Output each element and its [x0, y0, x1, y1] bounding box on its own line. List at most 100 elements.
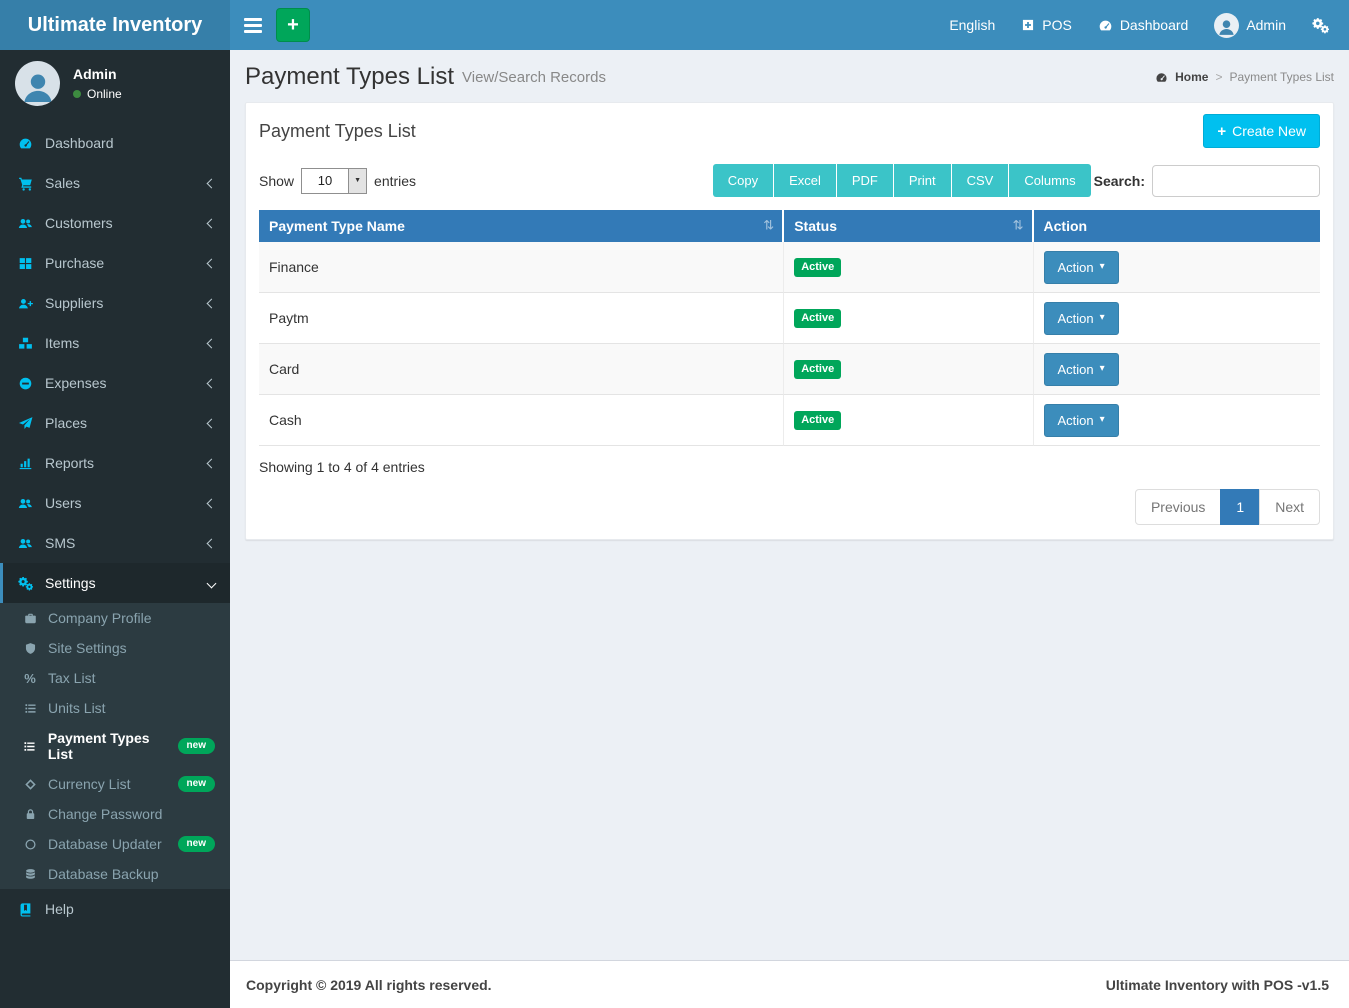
percent-icon: %: [20, 671, 40, 686]
minus-circle-icon: [15, 376, 36, 391]
user-plus-icon: [15, 296, 36, 311]
pagination-page-1[interactable]: 1: [1220, 489, 1260, 525]
brand-logo[interactable]: Ultimate Inventory: [0, 0, 230, 50]
print-button[interactable]: Print: [894, 164, 952, 197]
nav-user-menu[interactable]: Admin: [1214, 13, 1286, 38]
page-length-select[interactable]: 10 ▼: [301, 168, 367, 194]
nav-language[interactable]: English: [949, 17, 995, 33]
breadcrumb-separator: >: [1215, 70, 1222, 84]
top-navbar: Ultimate Inventory + English POS Dashboa…: [0, 0, 1349, 50]
select-arrow-icon: ▼: [348, 169, 366, 193]
nav-dashboard[interactable]: Dashboard: [1098, 17, 1189, 33]
users-icon: [15, 536, 36, 551]
payment-type-name-cell: Card: [259, 344, 784, 395]
user-avatar: [1214, 13, 1239, 38]
copy-button[interactable]: Copy: [713, 164, 774, 197]
users-icon: [15, 496, 36, 511]
pagination-next[interactable]: Next: [1259, 489, 1320, 525]
pagination-previous[interactable]: Previous: [1135, 489, 1221, 525]
submenu-item-payment-types-list[interactable]: Payment Types List new: [0, 723, 230, 769]
sidebar-item-settings[interactable]: Settings: [0, 563, 230, 603]
sidebar-item-help[interactable]: Help: [0, 889, 230, 929]
payment-types-table: Payment Type Name ⇅ Status ⇅ Action Fina…: [259, 210, 1320, 446]
sort-icon: ⇅: [1013, 218, 1024, 234]
submenu-item-units-list[interactable]: Units List: [0, 693, 230, 723]
sidebar-item-expenses[interactable]: Expenses: [0, 363, 230, 403]
action-dropdown-button[interactable]: Action▾: [1044, 302, 1119, 335]
grid-icon: [15, 256, 36, 271]
sidebar-user-panel: Admin Online: [0, 50, 230, 119]
sidebar-item-dashboard[interactable]: Dashboard: [0, 123, 230, 163]
paper-plane-icon: [15, 416, 36, 431]
copyright-text: Copyright © 2019 All rights reserved.: [246, 977, 492, 993]
export-button-group: Copy Excel PDF Print CSV Columns: [713, 164, 1091, 197]
status-badge: Active: [794, 309, 841, 327]
payment-type-name-cell: Cash: [259, 395, 784, 446]
chevron-left-icon: [207, 218, 217, 228]
sidebar-item-places[interactable]: Places: [0, 403, 230, 443]
sidebar-menu: Dashboard Sales Customers Purchase Suppl…: [0, 123, 230, 603]
sidebar-item-suppliers[interactable]: Suppliers: [0, 283, 230, 323]
chevron-left-icon: [207, 338, 217, 348]
table-row: Card Active Action▾: [259, 344, 1320, 395]
breadcrumb-current: Payment Types List: [1230, 70, 1335, 84]
submenu-item-change-password[interactable]: Change Password: [0, 799, 230, 829]
submenu-item-database-backup[interactable]: Database Backup: [0, 859, 230, 889]
status-badge: Active: [794, 360, 841, 378]
chevron-left-icon: [207, 418, 217, 428]
table-info: Showing 1 to 4 of 4 entries: [259, 459, 1320, 475]
column-header-action: Action: [1034, 210, 1320, 242]
sidebar-item-items[interactable]: Items: [0, 323, 230, 363]
pdf-button[interactable]: PDF: [837, 164, 894, 197]
chevron-left-icon: [207, 258, 217, 268]
submenu-item-tax-list[interactable]: % Tax List: [0, 663, 230, 693]
sort-icon: ⇅: [763, 218, 774, 234]
list-icon: [20, 702, 40, 715]
gears-icon: [15, 576, 36, 591]
page-subtitle: View/Search Records: [462, 69, 606, 86]
action-dropdown-button[interactable]: Action▾: [1044, 353, 1119, 386]
page-footer: Copyright © 2019 All rights reserved. Ul…: [230, 960, 1349, 1008]
status-badge: Active: [794, 411, 841, 429]
sidebar-item-purchase[interactable]: Purchase: [0, 243, 230, 283]
excel-button[interactable]: Excel: [774, 164, 837, 197]
chevron-left-icon: [207, 498, 217, 508]
settings-submenu: Company Profile Site Settings % Tax List…: [0, 603, 230, 889]
action-dropdown-button[interactable]: Action▾: [1044, 404, 1119, 437]
nav-settings-gears[interactable]: [1312, 17, 1329, 34]
sidebar-item-reports[interactable]: Reports: [0, 443, 230, 483]
create-new-button[interactable]: + Create New: [1203, 114, 1320, 148]
action-dropdown-button[interactable]: Action▾: [1044, 251, 1119, 284]
database-icon: [20, 868, 40, 881]
quick-add-button[interactable]: +: [276, 8, 310, 42]
gauge-icon: [15, 136, 36, 151]
csv-button[interactable]: CSV: [952, 164, 1010, 197]
chevron-left-icon: [207, 298, 217, 308]
breadcrumb: Home > Payment Types List: [1155, 70, 1334, 84]
new-badge: new: [178, 776, 215, 792]
sidebar-item-customers[interactable]: Customers: [0, 203, 230, 243]
plus-icon: +: [287, 15, 299, 35]
submenu-item-site-settings[interactable]: Site Settings: [0, 633, 230, 663]
sidebar-toggle-menu-icon[interactable]: [244, 18, 262, 33]
columns-button[interactable]: Columns: [1009, 164, 1090, 197]
search-input[interactable]: [1152, 165, 1320, 197]
submenu-item-database-updater[interactable]: Database Updater new: [0, 829, 230, 859]
sidebar-item-users[interactable]: Users: [0, 483, 230, 523]
sidebar-item-sales[interactable]: Sales: [0, 163, 230, 203]
sidebar-item-sms[interactable]: SMS: [0, 523, 230, 563]
shield-icon: [20, 642, 40, 655]
dashboard-icon: [1098, 18, 1113, 33]
page-title: Payment Types List: [245, 63, 454, 91]
submenu-item-currency-list[interactable]: Currency List new: [0, 769, 230, 799]
column-header-payment-type-name[interactable]: Payment Type Name ⇅: [259, 210, 784, 242]
submenu-item-company-profile[interactable]: Company Profile: [0, 603, 230, 633]
breadcrumb-home-link[interactable]: Home: [1175, 70, 1208, 84]
payment-types-panel: Payment Types List + Create New Show 10 …: [245, 102, 1334, 540]
users-icon: [15, 216, 36, 231]
column-header-status[interactable]: Status ⇅: [784, 210, 1033, 242]
gears-icon: [1312, 17, 1329, 34]
user-avatar: [15, 61, 60, 106]
table-row: Paytm Active Action▾: [259, 293, 1320, 344]
nav-pos[interactable]: POS: [1021, 17, 1072, 33]
